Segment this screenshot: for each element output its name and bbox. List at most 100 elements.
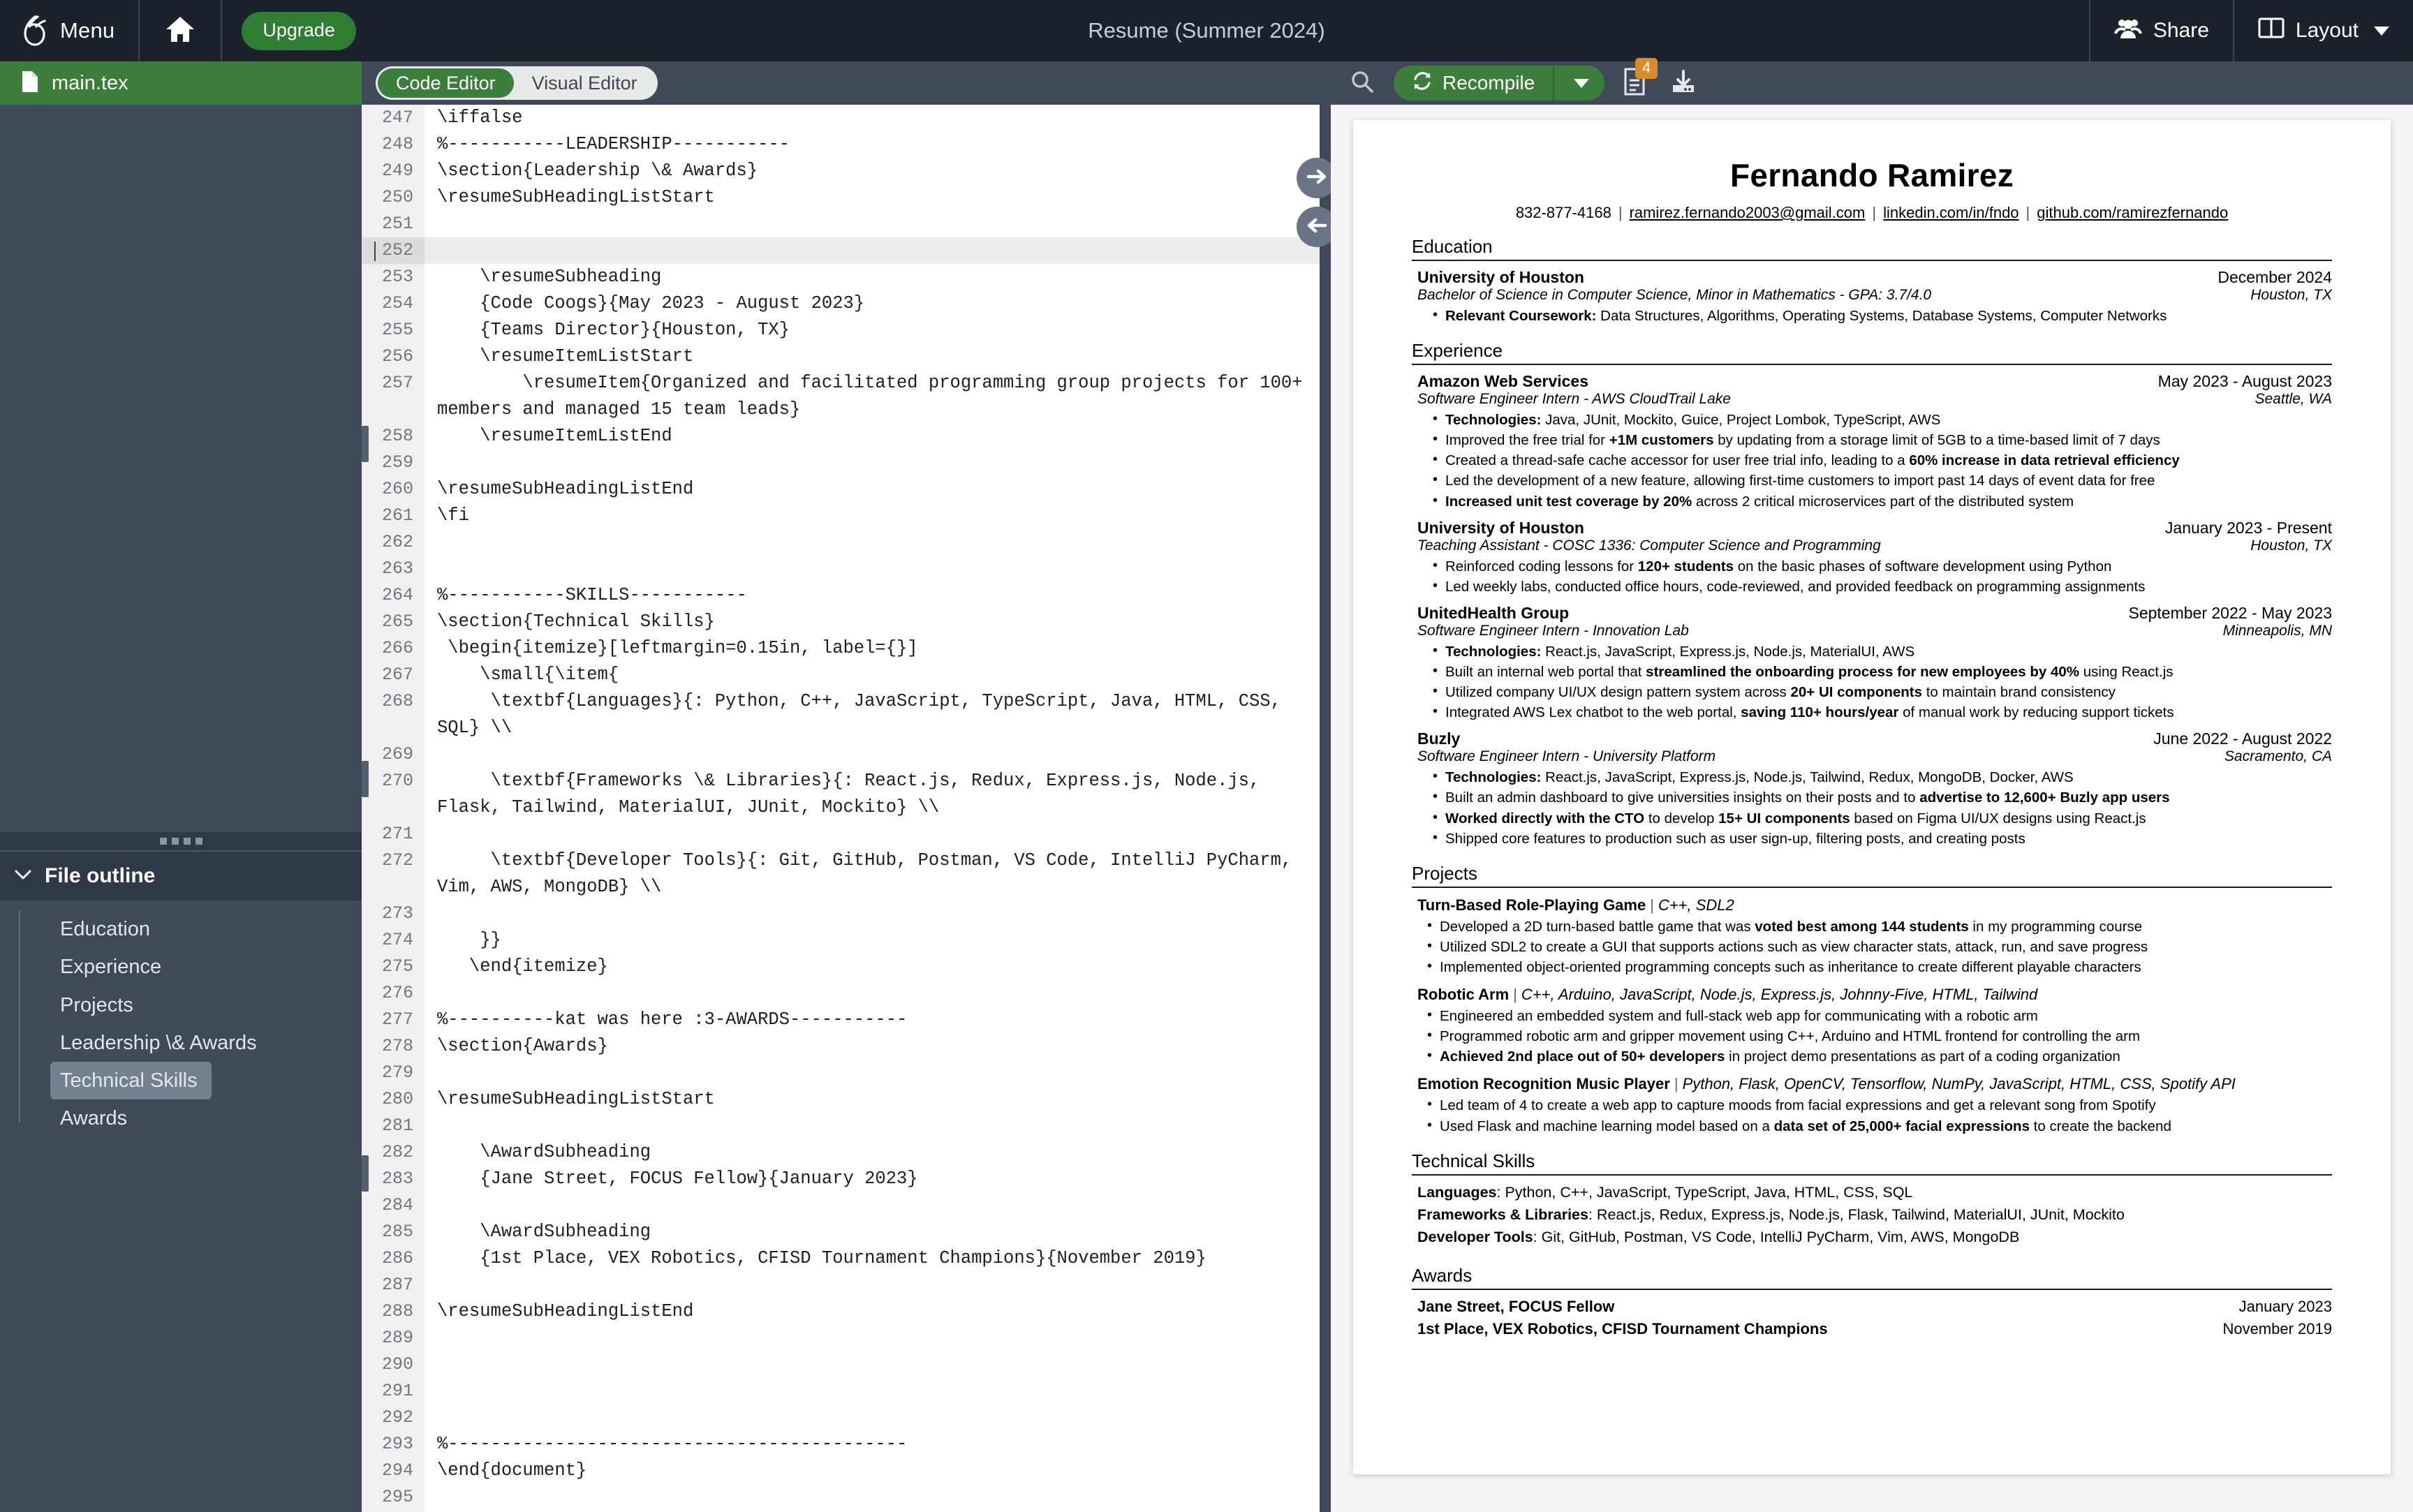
code-line[interactable]: 253 \resumeSubheading (362, 264, 1331, 290)
line-number: 258 (362, 423, 425, 450)
search-button[interactable] (1338, 61, 1387, 105)
line-number: 280 (362, 1086, 425, 1113)
pane-splitter[interactable] (1320, 61, 1331, 1512)
code-line[interactable]: 278 \section{Awards} (362, 1033, 1331, 1060)
code-line[interactable]: 254 {Code Coogs}{May 2023 - August 2023} (362, 290, 1331, 317)
code-line[interactable]: 290 (362, 1351, 1331, 1378)
overleaf-logo-icon (21, 15, 47, 46)
code-line-text: \resumeSubheading (437, 267, 662, 287)
line-number: 282 (362, 1139, 425, 1166)
project-name: Emotion Recognition Music Player (1417, 1075, 1670, 1093)
entry-organization: University of Houston (1417, 518, 1584, 537)
code-line[interactable]: 269 (362, 741, 1331, 768)
code-line[interactable]: 256 \resumeItemListStart (362, 343, 1331, 370)
code-line[interactable]: 292 (362, 1404, 1331, 1431)
code-line[interactable]: 285 \AwardSubheading (362, 1219, 1331, 1245)
logs-button[interactable]: 4 (1623, 57, 1658, 99)
bullet-item: Led the development of a new feature, al… (1417, 470, 2332, 491)
outline-item-projects[interactable]: Projects (25, 986, 133, 1024)
skills-list: Languages: Python, C++, JavaScript, Type… (1412, 1181, 2332, 1249)
recompile-button[interactable]: Recompile (1394, 66, 1553, 101)
code-line-text: \section{Leadership \& Awards} (437, 161, 758, 181)
code-line[interactable]: 257 \resumeItem{Organized and facilitate… (362, 370, 1331, 423)
outline-item-experience[interactable]: Experience (25, 948, 161, 986)
code-line[interactable]: 259 (362, 450, 1331, 476)
skill-value: Git, GitHub, Postman, VS Code, IntelliJ … (1541, 1229, 2020, 1246)
code-line[interactable]: 280 \resumeSubHeadingListStart (362, 1086, 1331, 1113)
code-line[interactable]: 277 %----------kat was here :3-AWARDS----… (362, 1007, 1331, 1033)
file-outline-header[interactable]: File outline (0, 850, 362, 900)
line-number: 272 (362, 847, 425, 900)
code-line[interactable]: 274 }} (362, 927, 1331, 954)
line-number: 290 (362, 1351, 425, 1378)
code-line[interactable]: 251 (362, 211, 1331, 237)
code-line[interactable]: 279 (362, 1060, 1331, 1086)
code-line[interactable]: 270 \textbf{Frameworks \& Libraries}{: R… (362, 768, 1331, 821)
code-line[interactable]: 261 \fi (362, 503, 1331, 529)
email-link[interactable]: ramirez.fernando2003@gmail.com (1623, 204, 1873, 222)
linkedin-link[interactable]: linkedin.com/in/fndo (1876, 204, 2025, 222)
code-line[interactable]: 288 \resumeSubHeadingListEnd (362, 1298, 1331, 1325)
code-line[interactable]: 286 {1st Place, VEX Robotics, CFISD Tour… (362, 1245, 1331, 1272)
line-number: 271 (362, 821, 425, 847)
code-editor[interactable]: 247 \iffalse 248 %-----------LEADERSHIP----… (362, 105, 1331, 1512)
share-button[interactable]: Share (2090, 0, 2233, 61)
code-line-text: \end{itemize} (437, 956, 608, 977)
code-line[interactable]: 275 \end{itemize} (362, 954, 1331, 980)
editor-resize-handle[interactable] (362, 761, 369, 797)
entry-date: December 2024 (2218, 268, 2332, 286)
arrow-left-icon (1306, 215, 1328, 239)
code-line[interactable]: 289 (362, 1325, 1331, 1351)
code-line[interactable]: 276 (362, 980, 1331, 1007)
code-line[interactable]: 287 (362, 1272, 1331, 1298)
outline-item-awards[interactable]: Awards (25, 1099, 127, 1137)
download-icon (1670, 69, 1697, 98)
code-line[interactable]: 264 %-----------SKILLS----------- (362, 582, 1331, 609)
code-line[interactable]: 248 %-----------LEADERSHIP----------- (362, 131, 1331, 158)
code-line[interactable]: 282 \AwardSubheading (362, 1139, 1331, 1166)
code-line[interactable]: 266 \begin{itemize}[leftmargin=0.15in, l… (362, 635, 1331, 662)
home-button[interactable] (140, 0, 221, 61)
file-item-main-tex[interactable]: main.tex (0, 61, 362, 105)
tab-code-editor[interactable]: Code Editor (378, 68, 514, 98)
download-pdf-button[interactable] (1670, 68, 1697, 98)
code-line[interactable]: 273 (362, 900, 1331, 927)
sidebar-resize-handle[interactable] (0, 832, 362, 850)
recompile-group: Recompile (1394, 66, 1605, 101)
code-line[interactable]: 281 (362, 1113, 1331, 1139)
code-line[interactable]: 291 (362, 1378, 1331, 1404)
code-line[interactable]: 262 (362, 529, 1331, 556)
bullet-item: Worked directly with the CTO to develop … (1417, 808, 2332, 829)
code-line[interactable]: 295 (362, 1484, 1331, 1511)
code-line[interactable]: 271 (362, 821, 1331, 847)
code-line[interactable]: 268 \textbf{Languages}{: Python, C++, Ja… (362, 688, 1331, 741)
pdf-preview-pane[interactable]: Fernando Ramirez 832-877-4168 | ramirez.… (1331, 105, 2413, 1512)
code-line[interactable]: 255 {Teams Director}{Houston, TX} (362, 317, 1331, 343)
code-line[interactable]: 249 \section{Leadership \& Awards} (362, 158, 1331, 184)
editor-resize-handle[interactable] (362, 1155, 369, 1192)
code-line[interactable]: 294 \end{document} (362, 1458, 1331, 1484)
code-line[interactable]: 247 \iffalse (362, 105, 1331, 131)
code-line[interactable]: 272 \textbf{Developer Tools}{: Git, GitH… (362, 847, 1331, 900)
code-line[interactable]: 263 (362, 556, 1331, 582)
code-line[interactable]: 267 \small{\item{ (362, 662, 1331, 688)
entry-date: September 2022 - May 2023 (2128, 603, 2332, 622)
outline-item-leadership-awards[interactable]: Leadership \& Awards (25, 1024, 257, 1062)
upgrade-button[interactable]: Upgrade (242, 11, 356, 50)
layout-button[interactable]: Layout (2234, 0, 2413, 61)
code-line[interactable]: 284 (362, 1192, 1331, 1219)
code-line[interactable]: 283 {Jane Street, FOCUS Fellow}{January … (362, 1166, 1331, 1192)
code-line[interactable]: 265 \section{Technical Skills} (362, 609, 1331, 635)
tab-visual-editor[interactable]: Visual Editor (514, 68, 656, 98)
code-line[interactable]: 250 \resumeSubHeadingListStart (362, 184, 1331, 211)
code-line[interactable]: 258 \resumeItemListEnd (362, 423, 1331, 450)
editor-resize-handle[interactable] (362, 426, 369, 462)
outline-item-education[interactable]: Education (25, 910, 150, 948)
menu-button[interactable]: Menu (0, 0, 138, 61)
recompile-options-button[interactable] (1554, 66, 1604, 101)
code-line[interactable]: 260 \resumeSubHeadingListEnd (362, 476, 1331, 503)
github-link[interactable]: github.com/ramirezfernando (2030, 204, 2235, 222)
code-line[interactable]: 293 %------------------------------------… (362, 1431, 1331, 1458)
outline-item-technical-skills[interactable]: Technical Skills (50, 1062, 212, 1100)
code-line[interactable]: 252 (362, 237, 1331, 264)
